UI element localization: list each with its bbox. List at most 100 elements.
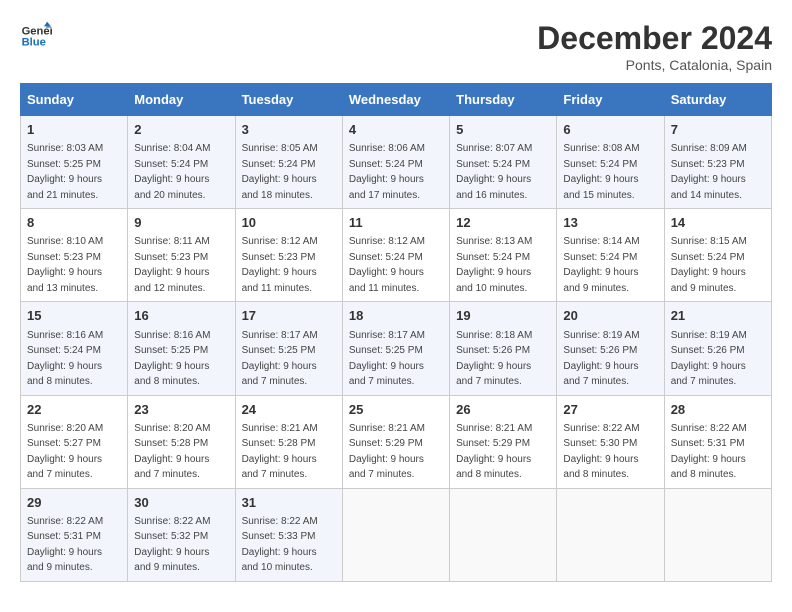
day-info: Sunrise: 8:22 AMSunset: 5:32 PMDaylight:…: [134, 516, 210, 574]
day-number: 17: [242, 307, 336, 325]
table-cell: 12Sunrise: 8:13 AMSunset: 5:24 PMDayligh…: [450, 209, 557, 302]
day-number: 7: [671, 121, 765, 139]
day-info: Sunrise: 8:20 AMSunset: 5:28 PMDaylight:…: [134, 423, 210, 481]
day-number: 4: [349, 121, 443, 139]
day-info: Sunrise: 8:15 AMSunset: 5:24 PMDaylight:…: [671, 236, 747, 294]
day-info: Sunrise: 8:07 AMSunset: 5:24 PMDaylight:…: [456, 143, 532, 201]
day-info: Sunrise: 8:06 AMSunset: 5:24 PMDaylight:…: [349, 143, 425, 201]
day-number: 29: [27, 494, 121, 512]
day-info: Sunrise: 8:22 AMSunset: 5:31 PMDaylight:…: [671, 423, 747, 481]
table-cell: 25 Sunrise: 8:21 AMSunset: 5:29 PMDayligh…: [342, 395, 449, 488]
table-cell: [450, 488, 557, 581]
day-info: Sunrise: 8:21 AMSunset: 5:29 PMDaylight:…: [349, 423, 425, 481]
table-cell: 19 Sunrise: 8:18 AMSunset: 5:26 PMDayligh…: [450, 302, 557, 395]
logo-icon: General Blue: [20, 20, 52, 52]
table-cell: 6 Sunrise: 8:08 AMSunset: 5:24 PMDaylight…: [557, 116, 664, 209]
calendar-row: 15 Sunrise: 8:16 AMSunset: 5:24 PMDayligh…: [21, 302, 772, 395]
day-number: 2: [134, 121, 228, 139]
table-cell: 9Sunrise: 8:11 AMSunset: 5:23 PMDaylight…: [128, 209, 235, 302]
table-cell: 15 Sunrise: 8:16 AMSunset: 5:24 PMDayligh…: [21, 302, 128, 395]
table-cell: 1 Sunrise: 8:03 AMSunset: 5:25 PMDaylight…: [21, 116, 128, 209]
table-cell: 13 Sunrise: 8:14 AMSunset: 5:24 PMDayligh…: [557, 209, 664, 302]
svg-text:Blue: Blue: [22, 37, 46, 49]
col-wednesday: Wednesday: [342, 84, 449, 116]
day-info: Sunrise: 8:17 AMSunset: 5:25 PMDaylight:…: [349, 330, 425, 388]
header-row: Sunday Monday Tuesday Wednesday Thursday…: [21, 84, 772, 116]
day-info: Sunrise: 8:05 AMSunset: 5:24 PMDaylight:…: [242, 143, 318, 201]
day-number: 15: [27, 307, 121, 325]
col-tuesday: Tuesday: [235, 84, 342, 116]
table-cell: 28 Sunrise: 8:22 AMSunset: 5:31 PMDayligh…: [664, 395, 771, 488]
col-thursday: Thursday: [450, 84, 557, 116]
day-number: 20: [563, 307, 657, 325]
day-info: Sunrise: 8:16 AMSunset: 5:25 PMDaylight:…: [134, 330, 210, 388]
day-number: 24: [242, 401, 336, 419]
day-number: 30: [134, 494, 228, 512]
title-block: December 2024 Ponts, Catalonia, Spain: [537, 20, 772, 73]
day-info: Sunrise: 8:16 AMSunset: 5:24 PMDaylight:…: [27, 330, 103, 388]
day-number: 11: [349, 214, 443, 232]
table-cell: 14Sunrise: 8:15 AMSunset: 5:24 PMDayligh…: [664, 209, 771, 302]
page-header: General Blue December 2024 Ponts, Catalo…: [20, 20, 772, 73]
day-info: Sunrise: 8:09 AMSunset: 5:23 PMDaylight:…: [671, 143, 747, 201]
day-number: 25: [349, 401, 443, 419]
day-info: Sunrise: 8:19 AMSunset: 5:26 PMDaylight:…: [671, 330, 747, 388]
day-number: 12: [456, 214, 550, 232]
table-cell: 26 Sunrise: 8:21 AMSunset: 5:29 PMDayligh…: [450, 395, 557, 488]
calendar-row: 22 Sunrise: 8:20 AMSunset: 5:27 PMDayligh…: [21, 395, 772, 488]
day-info: Sunrise: 8:08 AMSunset: 5:24 PMDaylight:…: [563, 143, 639, 201]
day-info: Sunrise: 8:10 AMSunset: 5:23 PMDaylight:…: [27, 236, 103, 294]
month-title: December 2024: [537, 20, 772, 57]
day-number: 22: [27, 401, 121, 419]
day-number: 13: [563, 214, 657, 232]
day-number: 1: [27, 121, 121, 139]
table-cell: 20 Sunrise: 8:19 AMSunset: 5:26 PMDayligh…: [557, 302, 664, 395]
calendar-row: 1 Sunrise: 8:03 AMSunset: 5:25 PMDaylight…: [21, 116, 772, 209]
day-number: 18: [349, 307, 443, 325]
col-monday: Monday: [128, 84, 235, 116]
day-number: 23: [134, 401, 228, 419]
day-info: Sunrise: 8:20 AMSunset: 5:27 PMDaylight:…: [27, 423, 103, 481]
day-info: Sunrise: 8:04 AMSunset: 5:24 PMDaylight:…: [134, 143, 210, 201]
day-number: 10: [242, 214, 336, 232]
logo: General Blue: [20, 20, 52, 52]
day-info: Sunrise: 8:12 AMSunset: 5:23 PMDaylight:…: [242, 236, 318, 294]
table-cell: 24Sunrise: 8:21 AMSunset: 5:28 PMDayligh…: [235, 395, 342, 488]
day-info: Sunrise: 8:14 AMSunset: 5:24 PMDaylight:…: [563, 236, 639, 294]
day-number: 27: [563, 401, 657, 419]
table-cell: [664, 488, 771, 581]
table-cell: 11 Sunrise: 8:12 AMSunset: 5:24 PMDayligh…: [342, 209, 449, 302]
table-cell: 10 Sunrise: 8:12 AMSunset: 5:23 PMDayligh…: [235, 209, 342, 302]
table-cell: [342, 488, 449, 581]
table-cell: 27 Sunrise: 8:22 AMSunset: 5:30 PMDayligh…: [557, 395, 664, 488]
day-info: Sunrise: 8:22 AMSunset: 5:30 PMDaylight:…: [563, 423, 639, 481]
day-number: 16: [134, 307, 228, 325]
day-number: 19: [456, 307, 550, 325]
table-cell: 8 Sunrise: 8:10 AMSunset: 5:23 PMDaylight…: [21, 209, 128, 302]
table-cell: [557, 488, 664, 581]
day-info: Sunrise: 8:03 AMSunset: 5:25 PMDaylight:…: [27, 143, 103, 201]
day-info: Sunrise: 8:21 AMSunset: 5:29 PMDaylight:…: [456, 423, 532, 481]
table-cell: 3 Sunrise: 8:05 AMSunset: 5:24 PMDaylight…: [235, 116, 342, 209]
day-number: 5: [456, 121, 550, 139]
day-number: 8: [27, 214, 121, 232]
day-number: 6: [563, 121, 657, 139]
day-info: Sunrise: 8:22 AMSunset: 5:31 PMDaylight:…: [27, 516, 103, 574]
table-cell: 5 Sunrise: 8:07 AMSunset: 5:24 PMDaylight…: [450, 116, 557, 209]
day-info: Sunrise: 8:18 AMSunset: 5:26 PMDaylight:…: [456, 330, 532, 388]
calendar-table: Sunday Monday Tuesday Wednesday Thursday…: [20, 83, 772, 582]
table-cell: 17Sunrise: 8:17 AMSunset: 5:25 PMDayligh…: [235, 302, 342, 395]
calendar-row: 29 Sunrise: 8:22 AMSunset: 5:31 PMDayligh…: [21, 488, 772, 581]
table-cell: 22 Sunrise: 8:20 AMSunset: 5:27 PMDayligh…: [21, 395, 128, 488]
day-number: 3: [242, 121, 336, 139]
col-saturday: Saturday: [664, 84, 771, 116]
location: Ponts, Catalonia, Spain: [537, 57, 772, 73]
table-cell: 16 Sunrise: 8:16 AMSunset: 5:25 PMDayligh…: [128, 302, 235, 395]
table-cell: 4 Sunrise: 8:06 AMSunset: 5:24 PMDaylight…: [342, 116, 449, 209]
day-number: 28: [671, 401, 765, 419]
day-number: 21: [671, 307, 765, 325]
day-info: Sunrise: 8:12 AMSunset: 5:24 PMDaylight:…: [349, 236, 425, 294]
table-cell: 23 Sunrise: 8:20 AMSunset: 5:28 PMDayligh…: [128, 395, 235, 488]
day-number: 26: [456, 401, 550, 419]
day-info: Sunrise: 8:19 AMSunset: 5:26 PMDaylight:…: [563, 330, 639, 388]
